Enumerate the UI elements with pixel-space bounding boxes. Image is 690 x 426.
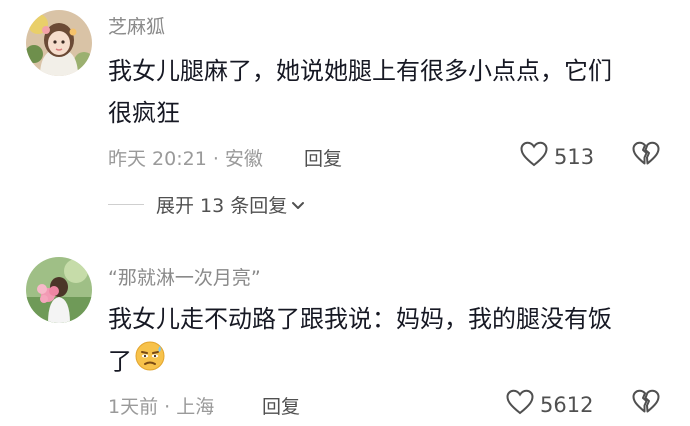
comment-text: 我女儿走不动路了跟我说：妈妈，我的腿没有饭 了 bbox=[108, 298, 668, 385]
comment-text-line: 我女儿走不动路了跟我说：妈妈，我的腿没有饭 bbox=[108, 305, 612, 333]
heart-outline-icon bbox=[506, 389, 534, 420]
broken-heart-icon bbox=[632, 389, 660, 419]
comment-text-fragment: 了 bbox=[108, 347, 132, 376]
dislike-button[interactable] bbox=[632, 389, 660, 419]
comment-text-line: 了 bbox=[108, 340, 668, 385]
comment-time-location: 1天前 · 上海 bbox=[108, 396, 215, 418]
comment-item: “那就淋一次月亮” 我女儿走不动路了跟我说：妈妈，我的腿没有饭 了 1天前 · … bbox=[0, 0, 690, 426]
sweat-face-emoji bbox=[134, 340, 166, 385]
comment-username[interactable]: “那就淋一次月亮” bbox=[108, 263, 261, 290]
avatar[interactable] bbox=[26, 257, 92, 323]
like-count: 5612 bbox=[540, 392, 594, 417]
reply-button[interactable]: 回复 bbox=[262, 392, 300, 419]
like-button[interactable]: 5612 bbox=[506, 389, 593, 420]
